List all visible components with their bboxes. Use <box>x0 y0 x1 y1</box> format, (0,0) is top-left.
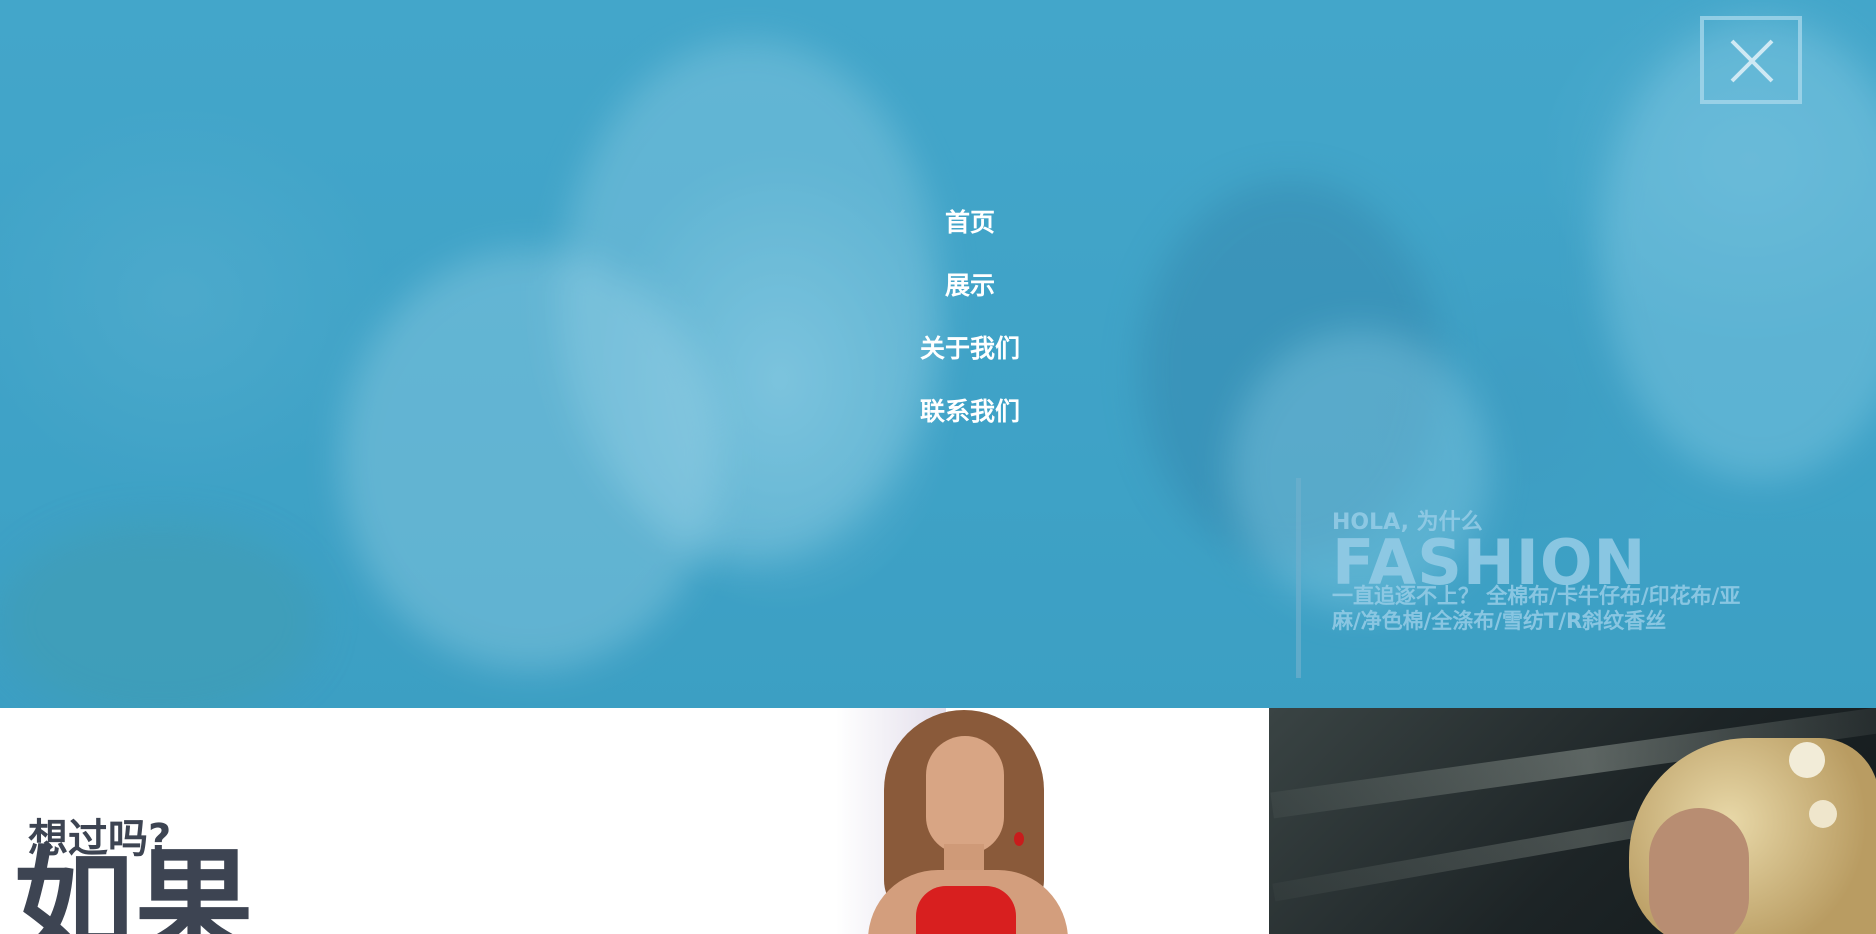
model-photo-red-dress[interactable] <box>636 708 1269 934</box>
nav-item-contact-us[interactable]: 联系我们 <box>820 385 1120 448</box>
close-icon <box>1730 39 1774 83</box>
model-photo-floral-hair[interactable] <box>1269 708 1876 934</box>
caption-body: 一直追逐不上？ 全棉布/卡牛仔布/印花布/亚麻/净色棉/全涤布/雪纺T/R斜纹香… <box>1332 584 1741 633</box>
model-earring <box>1014 832 1024 846</box>
nav-item-about-us[interactable]: 关于我们 <box>820 322 1120 385</box>
nav-item-showcase[interactable]: 展示 <box>820 259 1120 322</box>
caption-divider <box>1296 478 1301 678</box>
model-face <box>926 736 1004 854</box>
model-face <box>1649 808 1749 934</box>
close-menu-button[interactable] <box>1700 16 1802 104</box>
main-nav-menu: 首页 展示 关于我们 联系我们 <box>820 196 1120 448</box>
hair-flower <box>1789 742 1825 778</box>
promo-big-word: 如果 <box>14 836 254 934</box>
model-red-dress <box>916 886 1016 934</box>
hero-menu-overlay: 首页 展示 关于我们 联系我们 HOLA, 为什么 FASHION 一直追逐不上… <box>0 0 1876 708</box>
fashion-caption: HOLA, 为什么 FASHION 一直追逐不上？ 全棉布/卡牛仔布/印花布/亚… <box>1296 478 1756 678</box>
page: 首页 展示 关于我们 联系我们 HOLA, 为什么 FASHION 一直追逐不上… <box>0 0 1876 934</box>
nav-item-home[interactable]: 首页 <box>820 196 1120 259</box>
promo-text-block: 想过吗? 如果 <box>0 708 636 934</box>
hair-flower <box>1809 800 1837 828</box>
